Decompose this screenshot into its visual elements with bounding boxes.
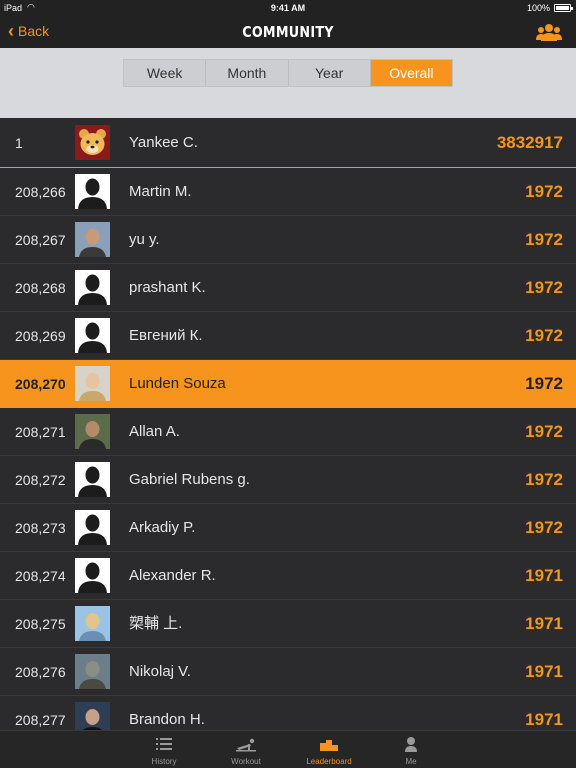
avatar [75,174,110,209]
tab-label: History [151,757,177,766]
avatar [75,510,110,545]
user-name: Martin M. [129,183,192,200]
score-value: 1971 [525,710,563,729]
avatar [75,318,110,353]
avatar [75,222,110,257]
rank-label: 208,274 [15,568,66,584]
tab-workout[interactable]: Workout [216,731,276,768]
person-icon [405,737,417,752]
segment-week[interactable]: Week [124,60,207,86]
leaderboard-row[interactable]: 208,267 yu y. 1972 [0,216,576,264]
rank-label: 208,277 [15,712,66,728]
rank-label: 208,271 [15,424,66,440]
segment-overall[interactable]: Overall [370,60,452,86]
pushup-icon [236,738,256,752]
leaderboard-row[interactable]: 208,272 Gabriel Rubens g. 1972 [0,456,576,504]
segment-area: Week Month Year Overall [0,48,576,118]
avatar [75,414,110,449]
score-value: 1972 [525,518,563,537]
score-value: 1972 [525,278,563,297]
score-value: 1971 [525,662,563,681]
score-value: 1972 [525,470,563,489]
leaderboard-row[interactable]: 208,274 Alexander R. 1971 [0,552,576,600]
leaderboard-row[interactable]: 208,266 Martin M. 1972 [0,168,576,216]
user-name: Allan A. [129,423,180,440]
avatar [75,606,110,641]
chevron-left-icon: ‹ [8,21,14,41]
rank-label: 208,275 [15,616,66,632]
rank-label: 208,268 [15,280,66,296]
avatar [75,270,110,305]
leaderboard-row[interactable]: 208,269 Евгений К. 1972 [0,312,576,360]
leaderboard-row[interactable]: 1 Yankee C. 3832917 [0,118,576,168]
clock: 9:41 AM [270,3,306,13]
score-value: 3832917 [496,133,563,152]
rank-label: 208,273 [15,520,66,536]
user-name: Gabriel Rubens g. [129,471,250,488]
status-bar: iPad ◠ 9:41 AM 100% [0,0,576,16]
leaderboard-row[interactable]: 208,273 Arkadiy P. 1972 [0,504,576,552]
period-segmented-control: Week Month Year Overall [123,59,453,87]
score-value: 1972 [525,230,563,249]
leaderboard-row[interactable]: 208,270 Lunden Souza 1972 [0,360,576,408]
rank-label: 208,272 [15,472,66,488]
avatar [75,558,110,593]
user-name: Yankee C. [129,134,198,151]
rank-label: 1 [15,135,23,151]
user-name: Brandon H. [129,711,205,728]
avatar [75,654,110,689]
page-title: COMMUNITY [242,23,334,41]
tab-me[interactable]: Me [381,731,441,768]
leaderboard-list[interactable]: 1 Yankee C. 3832917 208,266 Martin M. 1972 208… [0,118,576,730]
nav-bar: ‹ Back COMMUNITY [0,16,576,48]
leaderboard-row[interactable]: 208,275 槊輔 上. 1971 [0,600,576,648]
leaderboard-row[interactable]: 208,277 Brandon H. 1971 [0,696,576,730]
segment-month[interactable]: Month [206,60,289,86]
tab-leaderboard[interactable]: Leaderboard [299,731,359,768]
user-name: Arkadiy P. [129,519,196,536]
leaderboard-row[interactable]: 208,268 prashant K. 1972 [0,264,576,312]
user-name: Евгений К. [129,327,203,344]
leaderboard-row[interactable]: 208,276 Nikolaj V. 1971 [0,648,576,696]
user-name: prashant K. [129,279,206,296]
user-name: Lunden Souza [129,375,226,392]
avatar [75,462,110,497]
tab-bar: History Workout Leaderboard Me [0,730,576,768]
avatar [75,702,110,730]
user-name: 槊輔 上. [129,615,183,632]
tab-label: Me [405,757,417,766]
avatar [75,125,110,160]
rank-label: 208,267 [15,232,66,248]
score-value: 1971 [525,566,563,585]
score-value: 1972 [525,422,563,441]
user-name: Nikolaj V. [129,663,191,680]
leaderboard-row[interactable]: 208,271 Allan A. 1972 [0,408,576,456]
rank-label: 208,270 [15,376,66,392]
podium-icon [320,740,338,751]
tab-label: Workout [231,757,261,766]
user-name: yu y. [129,231,160,248]
battery-percent: 100% [526,3,550,13]
segment-year[interactable]: Year [289,60,371,86]
list-icon [156,738,172,750]
score-value: 1972 [525,326,563,345]
score-value: 1972 [525,182,563,201]
user-name: Alexander R. [129,567,216,584]
score-value: 1972 [525,374,563,393]
rank-label: 208,266 [15,184,66,200]
battery-icon [554,4,573,12]
tab-label: Leaderboard [306,757,352,766]
avatar [75,366,110,401]
rank-label: 208,276 [15,664,66,680]
score-value: 1971 [525,614,563,633]
group-icon[interactable] [536,23,562,41]
tab-history[interactable]: History [134,731,194,768]
rank-label: 208,269 [15,328,66,344]
